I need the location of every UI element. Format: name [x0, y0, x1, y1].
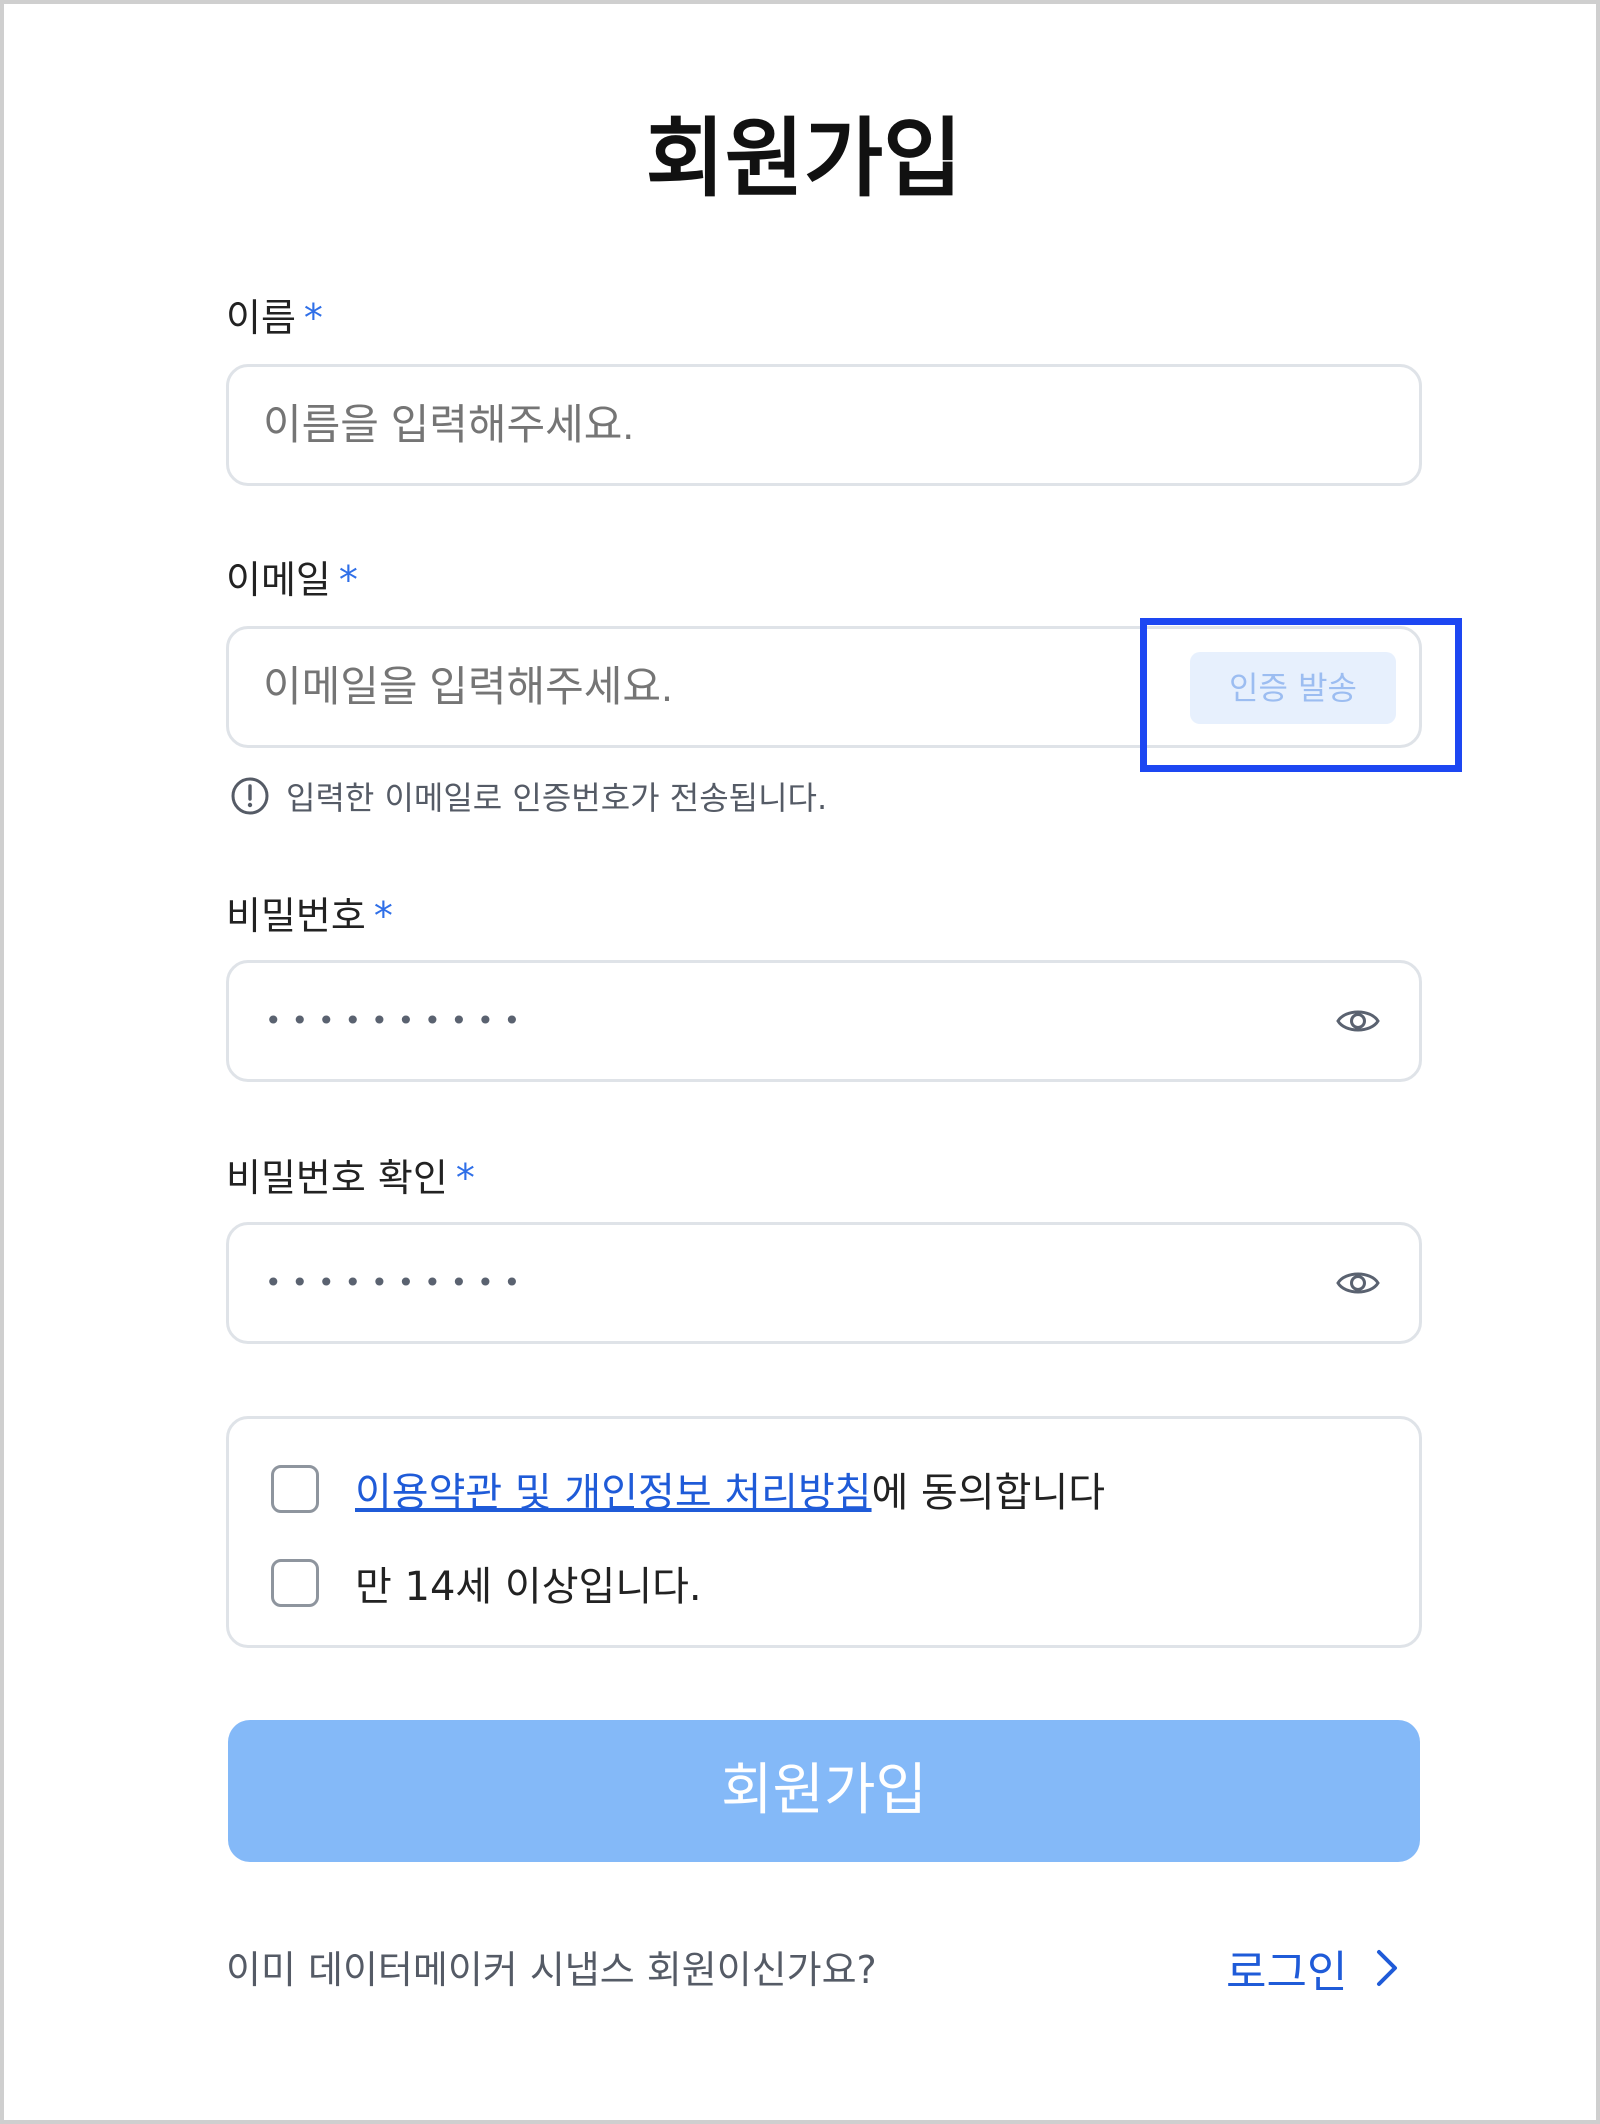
email-hint-text: 입력한 이메일로 인증번호가 전송됩니다. [286, 779, 828, 817]
password-label-text: 비밀번호 [226, 894, 366, 938]
email-hint: 입력한 이메일로 인증번호가 전송됩니다. [230, 772, 827, 820]
terms-link[interactable]: 이용약관 및 개인정보 처리방침 [355, 1470, 872, 1516]
terms-agreement-text: 이용약관 및 개인정보 처리방침에 동의합니다 [355, 1460, 1105, 1518]
age-checkbox[interactable] [271, 1559, 319, 1607]
login-link[interactable]: 로그인 [1226, 1938, 1403, 1998]
info-icon [231, 777, 269, 815]
login-link-text[interactable]: 로그인 [1226, 1936, 1347, 2000]
send-verification-button[interactable]: 인증 발송 [1190, 652, 1396, 724]
terms-checkbox[interactable] [271, 1465, 319, 1513]
eye-icon[interactable] [1335, 1263, 1381, 1303]
signup-submit-button[interactable]: 회원가입 [228, 1720, 1420, 1862]
age-agreement-row[interactable]: 만 14세 이상입니다. [271, 1553, 702, 1613]
password-field[interactable]: •••••••••• [226, 960, 1422, 1082]
required-mark: * [338, 558, 358, 602]
email-label-text: 이메일 [226, 558, 331, 602]
page-title: 회원가입 [645, 109, 963, 209]
password-input[interactable]: •••••••••• [265, 963, 530, 1079]
existing-member-question: 이미 데이터메이커 시냅스 회원이신가요? [226, 1948, 877, 1992]
name-label-text: 이름 [226, 296, 296, 340]
password-confirm-field[interactable]: •••••••••• [226, 1222, 1422, 1344]
required-mark: * [455, 1156, 475, 1200]
name-field[interactable] [226, 364, 1422, 486]
password-confirm-label-text: 비밀번호 확인 [226, 1156, 448, 1200]
required-mark: * [373, 894, 393, 938]
eye-icon[interactable] [1335, 1001, 1381, 1041]
age-label: 만 14세 이상입니다. [355, 1564, 702, 1610]
name-label: 이름 * [226, 294, 323, 342]
password-confirm-input[interactable]: •••••••••• [265, 1225, 530, 1341]
email-input[interactable] [263, 629, 1163, 745]
password-confirm-label: 비밀번호 확인 * [226, 1154, 475, 1202]
chevron-right-icon [1377, 1950, 1398, 1986]
signup-page: 회원가입 이름* 이메일* 인증 발송 입력한 이메일로 인증번호가 전송됩니다… [0, 0, 1600, 2124]
terms-suffix: 에 동의합니다 [871, 1470, 1106, 1516]
required-mark: * [303, 296, 323, 340]
password-label: 비밀번호 * [226, 892, 393, 940]
agreement-panel: 이용약관 및 개인정보 처리방침에 동의합니다 만 14세 이상입니다. [226, 1416, 1422, 1648]
email-label: 이메일 * [226, 556, 358, 604]
terms-agreement-row[interactable]: 이용약관 및 개인정보 처리방침에 동의합니다 [271, 1459, 1105, 1519]
name-input[interactable] [263, 367, 1383, 483]
